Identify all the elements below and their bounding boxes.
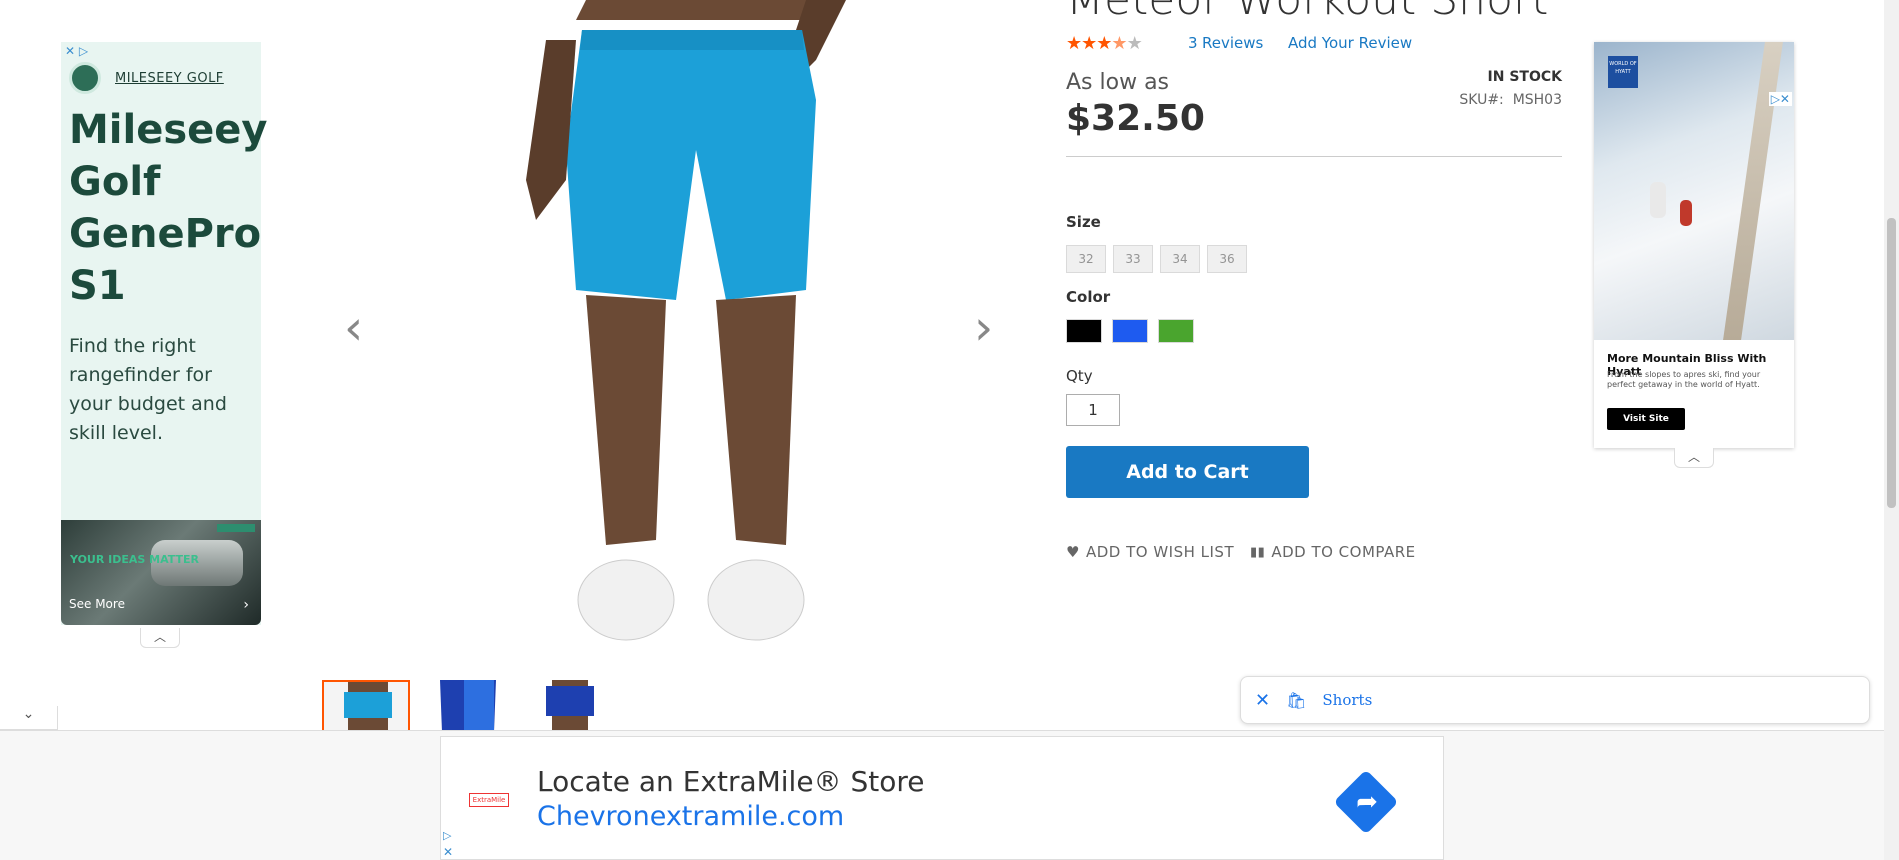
thumbnail-3[interactable] [526,680,614,732]
bottom-ad-headline[interactable]: Locate an ExtraMile® Store [537,765,924,798]
search-chip-bar: ✕ 🛍 Shorts [1240,676,1870,724]
size-option-34[interactable]: 34 [1160,245,1200,273]
stock-status: IN STOCK [1487,69,1562,85]
right-advertisement[interactable]: WORLD OF HYATT ▷✕ More Mountain Bliss Wi… [1594,42,1794,448]
color-label: Color [1066,288,1111,306]
gallery-thumbnails [322,680,614,732]
add-to-wishlist-link[interactable]: ♥ ADD TO WISH LIST [1066,543,1234,561]
size-options: 32 33 34 36 [1066,245,1247,273]
add-to-cart-button[interactable]: Add to Cart [1066,446,1309,498]
sku-info: SKU#: MSH03 [1450,92,1562,108]
size-label: Size [1066,213,1101,231]
reviews-link[interactable]: Reviews [1202,34,1263,52]
chip-label[interactable]: Shorts [1322,691,1372,709]
color-option-blue[interactable] [1112,319,1148,343]
rating-stars: ★★★★★ [1066,33,1143,54]
hyatt-badge: WORLD OF HYATT [1608,56,1638,88]
thumbnail-2[interactable] [424,680,512,732]
add-review-link[interactable]: Add Your Review [1288,34,1412,52]
bottom-advertisement[interactable]: ExtraMile Locate an ExtraMile® Store Che… [440,736,1444,860]
ad-subtext: Find the right rangefinder for your budg… [69,335,227,444]
product-title: Meteor Workout Short [1066,0,1548,25]
directions-arrow-icon: ➦ [1356,787,1378,817]
ad-brand-row: MILESEEY GOLF [69,62,224,94]
close-icon[interactable]: ✕ [1255,690,1270,711]
wishlist-label: ADD TO WISH LIST [1085,543,1235,561]
tree-image [1723,42,1783,340]
bottom-ad-url[interactable]: Chevronextramile.com [537,801,844,832]
ad-close-icon[interactable]: ✕ [443,845,453,859]
scrollbar-thumb[interactable] [1887,218,1896,508]
see-more-link[interactable]: See More [69,597,125,611]
ad-choices-icon[interactable]: ✕ ▷ [65,44,88,58]
right-ad-body: From the slopes to apres ski, find your … [1607,370,1761,389]
thumbnail-1[interactable] [322,680,410,732]
skier-image [1680,200,1692,226]
extramile-logo: ExtraMile [469,793,509,807]
price-divider [1066,156,1562,157]
star-filled-icon: ★★★ [1066,33,1112,54]
collapse-ad-button[interactable]: ︿ [140,628,180,648]
reviews-count-link[interactable]: 3 [1188,34,1198,52]
ad-info-icon[interactable]: ▷ [443,829,451,842]
ad-photo-text: YOUR IDEAS MATTER [70,553,200,566]
ad-ski-image[interactable]: WORLD OF HYATT ▷✕ [1594,42,1794,340]
size-option-33[interactable]: 33 [1113,245,1153,273]
ad-headline[interactable]: Mileseey Golf GenePro S1 [69,104,268,312]
gallery-prev-arrow-icon[interactable]: ‹ [344,300,363,356]
sku-value: MSH03 [1512,92,1562,108]
shopping-bag-icon: 🛍 [1286,690,1307,710]
star-half-icon: ★ [1111,33,1127,54]
star-empty-icon: ★ [1126,33,1143,54]
ad-choices-icon[interactable]: ▷✕ [1768,92,1792,106]
product-page: ✕ ▷ MILESEEY GOLF Mileseey Golf GenePro … [0,0,1899,860]
chevron-down-icon[interactable]: ⌄ [0,706,58,730]
visit-site-button[interactable]: Visit Site [1607,408,1685,430]
ad-photo[interactable]: YOUR IDEAS MATTER See More › [61,520,261,625]
ad-photo-tag [217,524,255,532]
product-main-image[interactable] [516,0,876,675]
size-option-32[interactable]: 32 [1066,245,1106,273]
color-options [1066,319,1194,343]
skier-image [1650,182,1666,218]
gallery-next-arrow-icon[interactable]: › [974,300,993,356]
heart-icon: ♥ [1066,543,1080,561]
chevron-right-icon[interactable]: › [243,597,249,613]
price-prefix: As low as [1066,70,1170,95]
left-advertisement[interactable]: ✕ ▷ MILESEEY GOLF Mileseey Golf GenePro … [61,42,268,625]
ad-brand-name[interactable]: MILESEEY GOLF [115,71,224,86]
bar-chart-icon: ▮▮ [1250,544,1266,560]
qty-input[interactable]: 1 [1066,394,1120,426]
brand-logo-icon [69,62,101,94]
add-to-compare-link[interactable]: ▮▮ ADD TO COMPARE [1250,543,1416,561]
size-option-36[interactable]: 36 [1207,245,1247,273]
collapse-ad-button[interactable]: ︿ [1674,448,1714,468]
qty-label: Qty [1066,367,1093,385]
product-price: $32.50 [1066,98,1205,139]
sku-label: SKU#: [1459,92,1504,108]
color-option-green[interactable] [1158,319,1194,343]
compare-label: ADD TO COMPARE [1271,543,1416,561]
color-option-black[interactable] [1066,319,1102,343]
